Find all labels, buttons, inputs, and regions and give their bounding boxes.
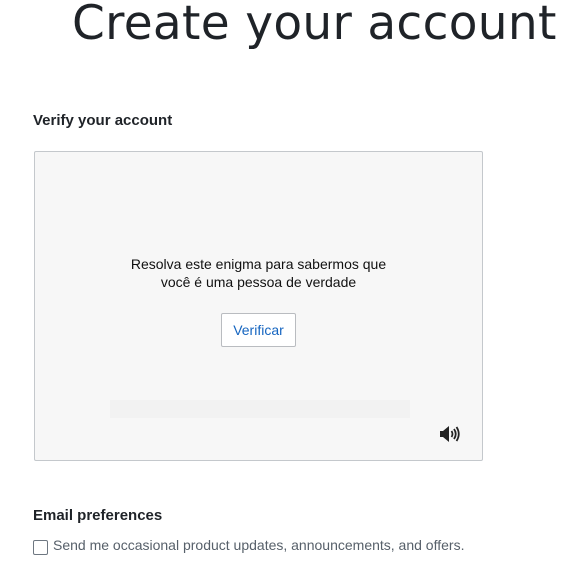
audio-challenge-button[interactable] [439,424,463,444]
verify-button[interactable]: Verificar [221,313,296,347]
captcha-prompt-line-2: você é uma pessoa de verdade [160,274,357,290]
verify-account-heading: Verify your account [33,112,173,129]
speaker-icon [440,426,460,442]
newsletter-option: Send me occasional product updates, anno… [33,535,464,555]
captcha-prompt: Resolva este enigma para sabermos que vo… [35,255,482,291]
captcha-frame: Resolva este enigma para sabermos que vo… [34,151,483,461]
captcha-prompt-line-1: Resolva este enigma para sabermos que [130,256,387,272]
signup-page: Create your account Verify your account … [0,0,567,566]
newsletter-checkbox[interactable] [33,539,48,555]
page-title: Create your account [72,0,557,51]
email-preferences-heading: Email preferences [33,507,163,524]
newsletter-checkbox-label[interactable]: Send me occasional product updates, anno… [53,537,464,553]
captcha-shade [110,400,410,418]
